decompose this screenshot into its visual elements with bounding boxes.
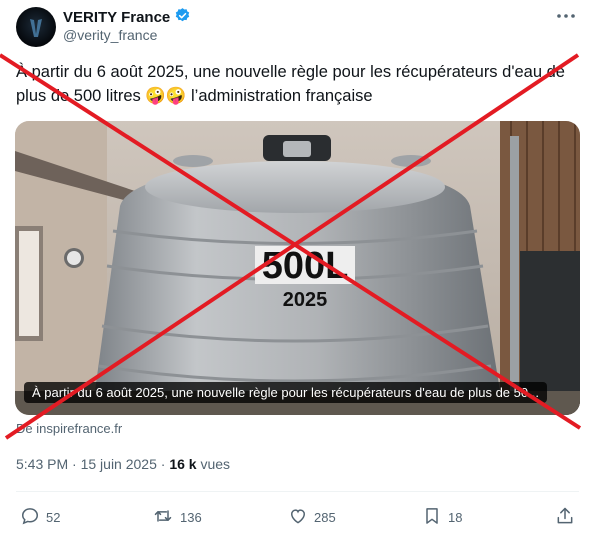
like-count: 285 [314,509,336,525]
reply-button[interactable]: 52 [20,500,60,534]
author-handle[interactable]: @verity_france [63,27,157,43]
post-text: À partir du 6 août 2025, une nouvelle rè… [16,63,565,105]
repost-count: 136 [180,509,202,525]
share-button[interactable] [555,500,575,534]
action-bar: 52 136 285 18 [0,500,591,534]
bookmark-icon [422,506,442,529]
repost-icon [152,506,174,529]
post-timestamp[interactable]: 5:43 PM · 15 juin 2025 · [16,456,169,472]
reply-icon [20,506,40,529]
share-icon [555,506,575,529]
post-media[interactable]: 500L 2025 [15,121,580,415]
bookmark-count: 18 [448,509,463,525]
like-icon [288,506,308,529]
link-source[interactable]: De inspirefrance.fr [16,421,122,436]
tank-label-volume: 500L [262,245,349,287]
more-options-icon[interactable] [553,6,579,26]
repost-button[interactable]: 136 [152,500,202,534]
avatar[interactable] [16,7,56,47]
views-label: vues [196,456,231,472]
media-caption: À partir du 6 août 2025, une nouvelle rè… [24,382,547,403]
divider [16,491,579,492]
water-tank-image: 500L 2025 [15,121,580,415]
author-name[interactable]: VERITY France [63,9,170,26]
views-count: 16 k [169,456,197,472]
verified-badge-icon [174,7,191,28]
post-meta: 5:43 PM · 15 juin 2025 · 16 k vues [16,456,230,472]
reply-count: 52 [46,509,61,525]
author-name-row[interactable]: VERITY France [63,7,191,28]
like-button[interactable]: 285 [288,500,336,534]
avatar-logo [30,19,42,37]
tank-label-year: 2025 [283,289,328,311]
bookmark-button[interactable]: 18 [422,500,462,534]
